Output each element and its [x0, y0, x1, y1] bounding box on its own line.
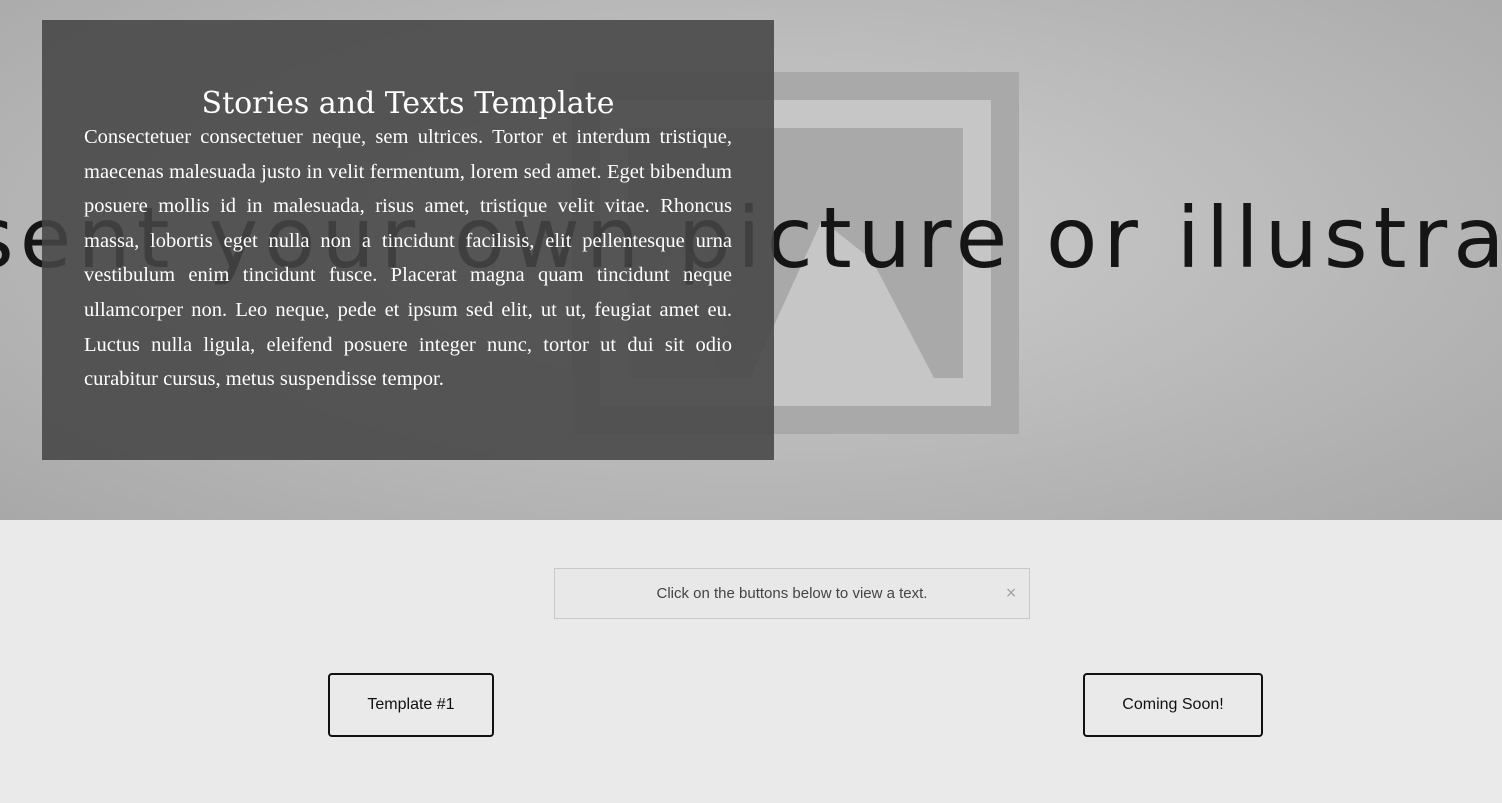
coming-soon-button[interactable]: Coming Soon! [1083, 673, 1263, 737]
info-notice: Click on the buttons below to view a tex… [554, 568, 1030, 619]
panel-title: Stories and Texts Template [201, 86, 615, 121]
panel-body-text: Consectetuer consectetuer neque, sem ult… [84, 126, 732, 391]
close-icon[interactable]: × [1005, 569, 1017, 618]
story-panel: Stories and Texts Template Consectetuer … [42, 20, 774, 460]
template-1-button[interactable]: Template #1 [328, 673, 494, 737]
hero-banner: sent your own picture or illustrat Stori… [0, 0, 1502, 520]
notice-text: Click on the buttons below to view a tex… [656, 585, 928, 602]
